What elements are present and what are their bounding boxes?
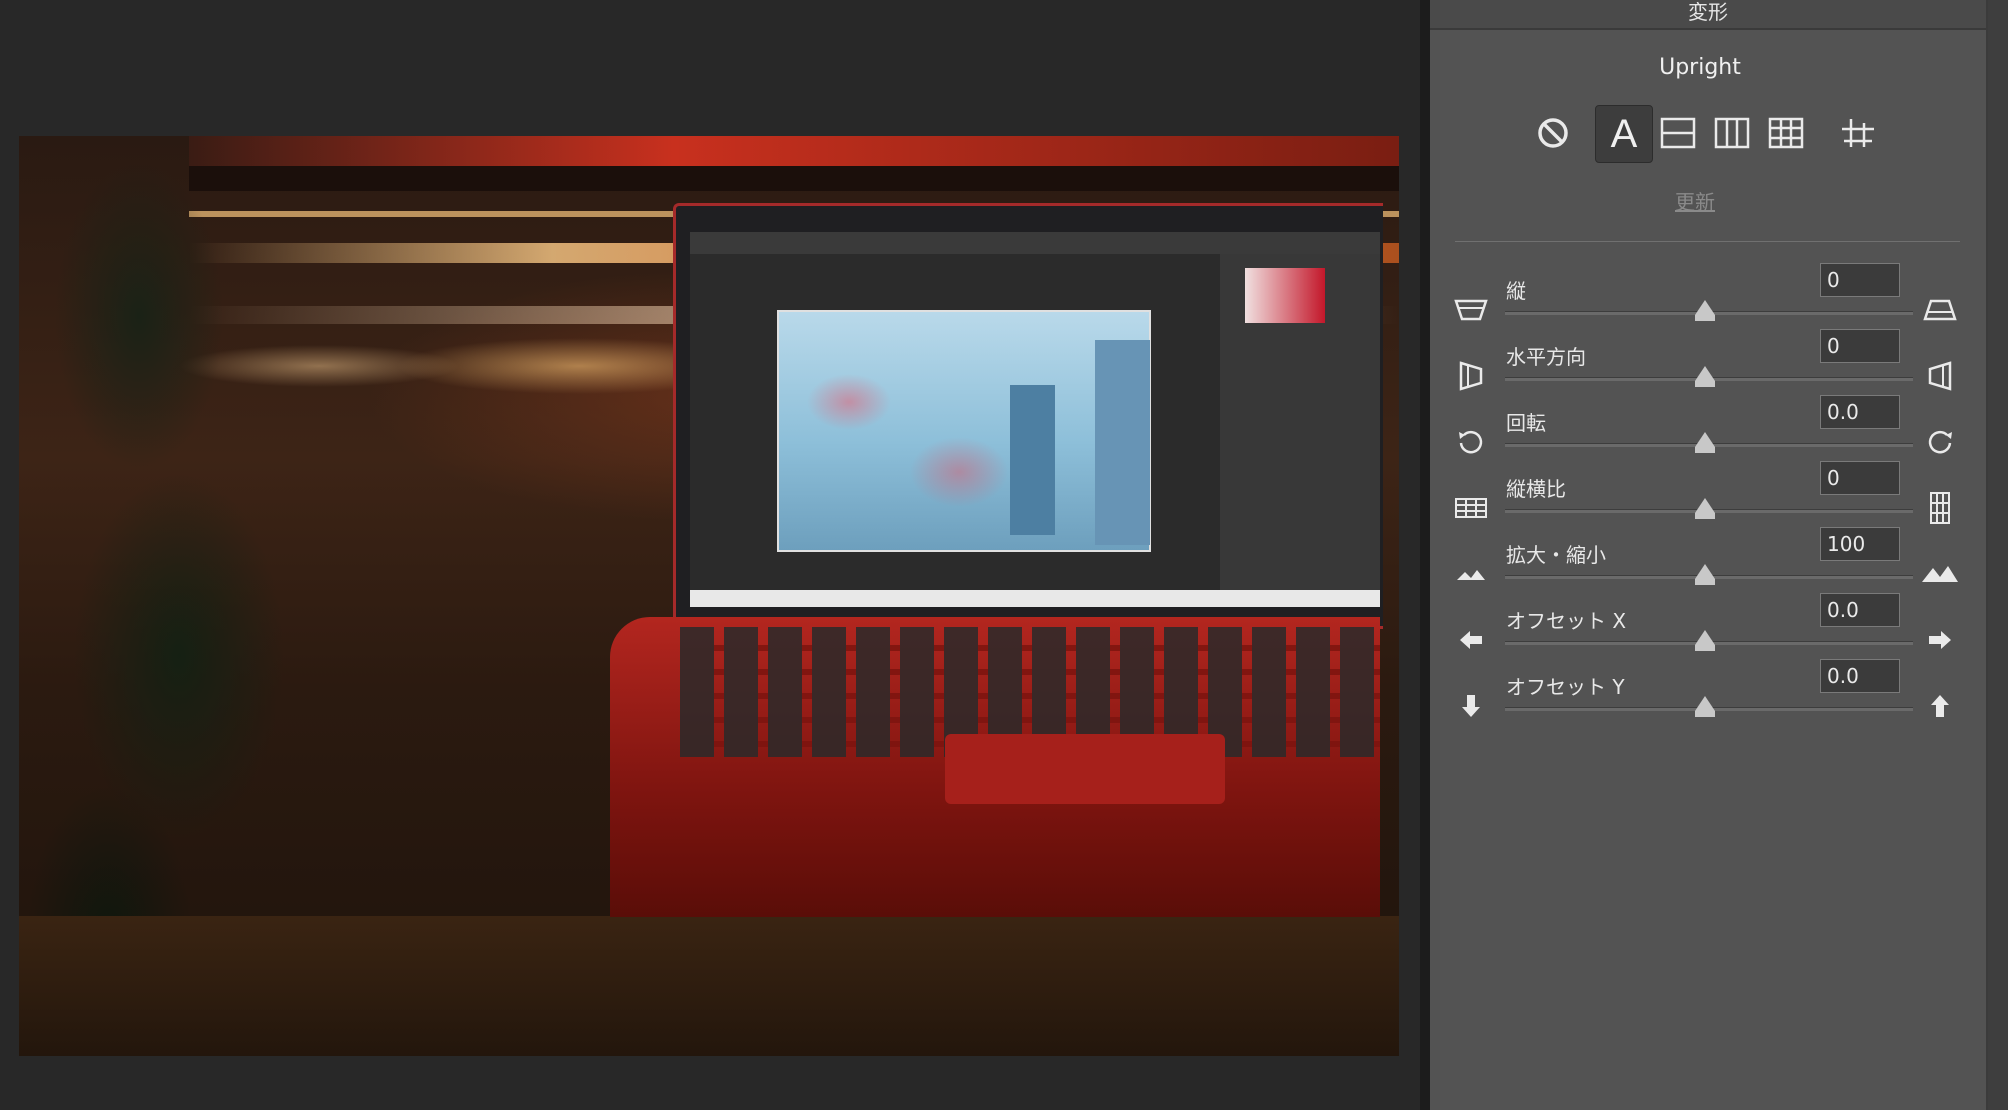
slider-label: 拡大・縮小: [1506, 543, 1606, 567]
off-icon: [1536, 116, 1570, 150]
upright-level-button[interactable]: [1650, 105, 1706, 161]
aspect-slider-thumb-base[interactable]: [1695, 513, 1715, 519]
perspective-horizontal-left-icon: [1452, 361, 1490, 391]
upright-label: Upright: [1659, 55, 1741, 80]
slider-row-vertical: 縦 0: [1430, 263, 1986, 341]
slider-row-rotate: 回転 0.0: [1430, 395, 1986, 473]
scale-slider-thumb[interactable]: [1695, 564, 1715, 579]
scale-value-field[interactable]: 100: [1820, 527, 1900, 561]
slider-row-offset-y: オフセット Y 0.0: [1430, 659, 1986, 737]
vertical-value-field[interactable]: 0: [1820, 263, 1900, 297]
vertical-icon: [1714, 117, 1750, 149]
upright-full-button[interactable]: [1758, 105, 1814, 161]
slider-row-scale: 拡大・縮小 100: [1430, 527, 1986, 605]
vertical-slider-thumb[interactable]: [1695, 300, 1715, 315]
slider-label: 縦: [1506, 279, 1526, 303]
rotate-right-icon: [1920, 427, 1960, 457]
floor: [19, 916, 1399, 1056]
canvas-area[interactable]: [0, 0, 1430, 1110]
guided-icon: [1840, 117, 1876, 149]
arrow-down-icon: [1452, 691, 1490, 721]
upright-guided-button[interactable]: [1830, 105, 1886, 161]
offset-x-slider-thumb[interactable]: [1695, 630, 1715, 645]
separator: [1455, 241, 1960, 242]
offset-x-value-field[interactable]: 0.0: [1820, 593, 1900, 627]
offset-y-slider-thumb-base[interactable]: [1695, 711, 1715, 717]
panel-header[interactable]: 変形: [1430, 0, 1986, 30]
upright-auto-button[interactable]: A: [1595, 105, 1653, 163]
upright-vertical-button[interactable]: [1704, 105, 1760, 161]
perspective-vertical-bottom-icon: [1920, 295, 1960, 325]
arrow-right-icon: [1920, 625, 1960, 655]
upright-off-button[interactable]: [1525, 105, 1581, 161]
offset-y-slider-thumb[interactable]: [1695, 696, 1715, 711]
laptop-taskbar: [690, 590, 1380, 607]
rotate-slider-thumb-base[interactable]: [1695, 447, 1715, 453]
aspect-tall-icon: [1920, 492, 1960, 524]
horizontal-slider-thumb-base[interactable]: [1695, 381, 1715, 387]
laptop-touchpad: [945, 734, 1225, 804]
slider-row-aspect: 縦横比 0: [1430, 461, 1986, 539]
slider-row-offset-x: オフセット X 0.0: [1430, 593, 1986, 671]
rotate-value-field[interactable]: 0.0: [1820, 395, 1900, 429]
section-title: 変形: [1688, 0, 1728, 24]
arrow-up-icon: [1920, 691, 1960, 721]
slider-label: オフセット X: [1506, 609, 1627, 633]
slider-row-horizontal: 水平方向 0: [1430, 329, 1986, 407]
rotate-slider-thumb[interactable]: [1695, 432, 1715, 447]
aspect-wide-icon: [1452, 493, 1490, 523]
laptop-color-picker: [1245, 268, 1325, 323]
arrow-left-icon: [1452, 625, 1490, 655]
offset-y-value-field[interactable]: 0.0: [1820, 659, 1900, 693]
perspective-horizontal-right-icon: [1920, 361, 1960, 391]
slider-label: 水平方向: [1506, 345, 1586, 369]
full-icon: [1768, 117, 1804, 149]
offset-x-slider-thumb-base[interactable]: [1695, 645, 1715, 651]
aspect-value-field[interactable]: 0: [1820, 461, 1900, 495]
rotate-left-icon: [1452, 427, 1490, 457]
laptop-menubar: [690, 232, 1380, 254]
perspective-vertical-top-icon: [1452, 295, 1490, 325]
panel-scrollbar[interactable]: [1988, 0, 2008, 1110]
laptop-building: [1095, 340, 1150, 545]
auto-icon: A: [1610, 111, 1638, 156]
scale-slider-thumb-base[interactable]: [1695, 579, 1715, 585]
slider-label: 縦横比: [1506, 477, 1566, 501]
slider-label: 回転: [1506, 411, 1546, 435]
level-icon: [1660, 117, 1696, 149]
horizontal-slider-thumb[interactable]: [1695, 366, 1715, 381]
aspect-slider-thumb[interactable]: [1695, 498, 1715, 513]
scale-up-icon: [1920, 559, 1960, 589]
scale-down-icon: [1452, 559, 1490, 589]
horizontal-value-field[interactable]: 0: [1820, 329, 1900, 363]
vertical-slider-thumb-base[interactable]: [1695, 315, 1715, 321]
slider-label: オフセット Y: [1506, 675, 1625, 699]
laptop-building: [1010, 385, 1055, 535]
update-button[interactable]: 更新: [1660, 186, 1730, 215]
panel-divider[interactable]: [1420, 0, 1430, 1110]
